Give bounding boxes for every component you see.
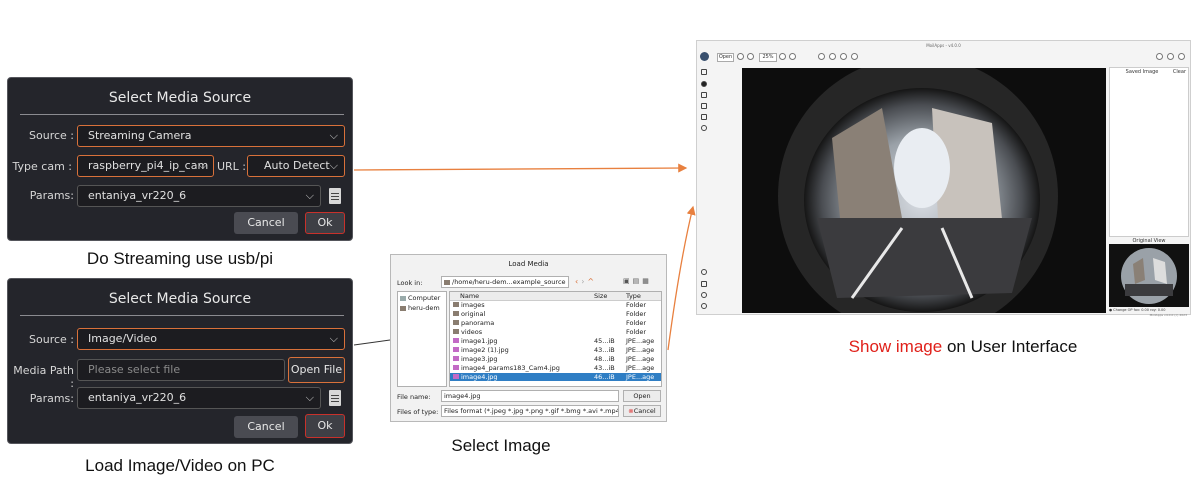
flow-arrows [353, 163, 696, 351]
arrow-loadmedia-to-app [667, 205, 696, 351]
arrow-stream-to-app [353, 163, 688, 173]
connector-dialog-to-loadmedia [353, 339, 391, 346]
